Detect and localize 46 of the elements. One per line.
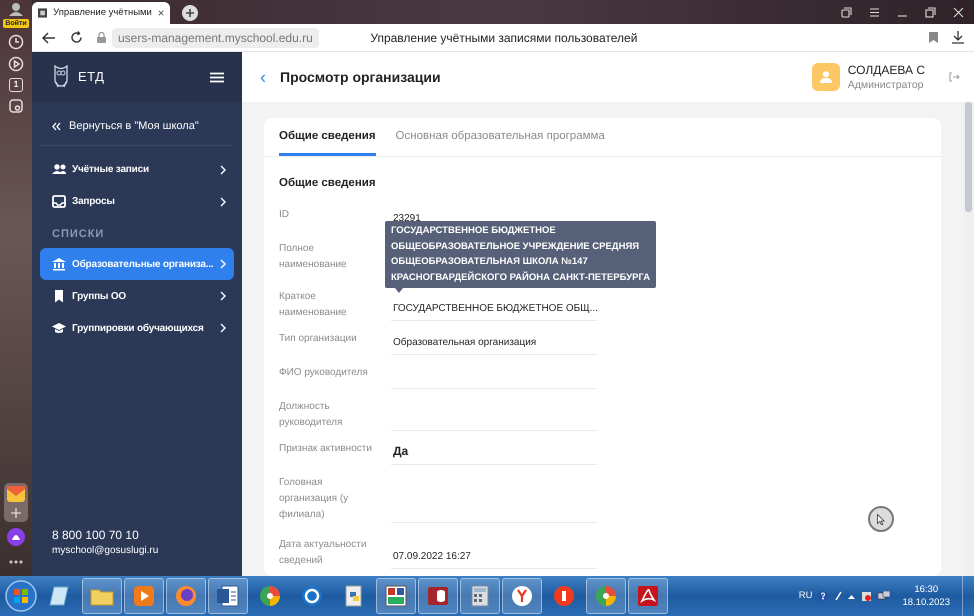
user-name: СОЛДАЕВА С: [848, 62, 925, 78]
value-field: Образовательная организация: [391, 330, 597, 354]
back-button[interactable]: ‹: [260, 68, 266, 86]
clock-date: 18.10.2023: [902, 596, 950, 609]
tooltip-line: ОБЩЕОБРАЗОВАТЕЛЬНОЕ УЧРЕЖДЕНИЕ СРЕДНЯЯ: [391, 240, 640, 254]
tab-title: Управление учётными: [53, 6, 152, 20]
nav-item[interactable]: Учётные записи: [40, 154, 234, 186]
phone-number: 8 800 100 70 10: [52, 527, 140, 543]
page-heading: Просмотр организации: [280, 68, 441, 87]
page-title: Управление учётными записями пользователей: [369, 30, 638, 46]
tab[interactable]: Общие сведения: [279, 118, 376, 156]
nav-item-label: Группировки обучающихся: [72, 322, 205, 336]
browser-tab[interactable]: Управление учётными: [32, 2, 170, 24]
section-title: Общие сведения: [278, 176, 377, 192]
nav-item[interactable]: Образовательные организа...: [40, 248, 234, 280]
logo-text: ЕТД: [78, 68, 104, 86]
section-heading: СПИСКИ: [51, 226, 106, 242]
nav-item[interactable]: Группировки обучающихся: [40, 312, 234, 344]
value-field: 07.09.2022 16:27: [391, 536, 597, 568]
tooltip-line: КРАСНОГВАРДЕЙСКОГО РАЙОНА САНКТ-ПЕТЕРБУРГА: [391, 270, 650, 284]
number-badge[interactable]: 1: [9, 78, 23, 92]
language-indicator[interactable]: RU: [798, 588, 812, 604]
back-link[interactable]: Вернуться в "Моя школа": [40, 102, 234, 146]
clock-time: 16:30: [913, 583, 940, 596]
value-field: Да: [391, 440, 597, 464]
field-label: Должность руководителя: [279, 400, 344, 430]
url-field[interactable]: users-management.myschool.edu.ru: [112, 28, 319, 48]
field-label: Признак активности: [279, 442, 373, 456]
field-label: Дата актуальности сведений: [279, 538, 368, 568]
clock[interactable]: 16:30 18.10.2023: [896, 583, 956, 609]
nav-item-label: Образовательные организа...: [72, 258, 214, 272]
field-label: Краткое наименование: [279, 290, 348, 320]
tooltip-line: ОБЩЕОБРАЗОВАТЕЛЬНАЯ ШКОЛА №147: [391, 255, 589, 269]
nav-item[interactable]: Запросы: [40, 186, 234, 218]
nav-item-label: Группы ОО: [72, 290, 127, 304]
nav-item[interactable]: Группы ОО: [40, 280, 234, 312]
field-label: Полное наименование: [279, 242, 348, 272]
field-label: Тип организации: [279, 332, 358, 346]
email-link[interactable]: myschool@gosuslugi.ru: [52, 543, 222, 558]
field-label: ФИО руководителя: [279, 366, 369, 380]
nav-item-label: Учётные записи: [72, 163, 150, 177]
back-link-text: Вернуться в "Моя школа": [69, 119, 199, 134]
user-role: Администратор: [848, 78, 925, 92]
nav-item-label: Запросы: [72, 195, 116, 209]
field-label: ID: [279, 208, 290, 222]
field-label: Головная организация (у филиала): [279, 476, 350, 522]
